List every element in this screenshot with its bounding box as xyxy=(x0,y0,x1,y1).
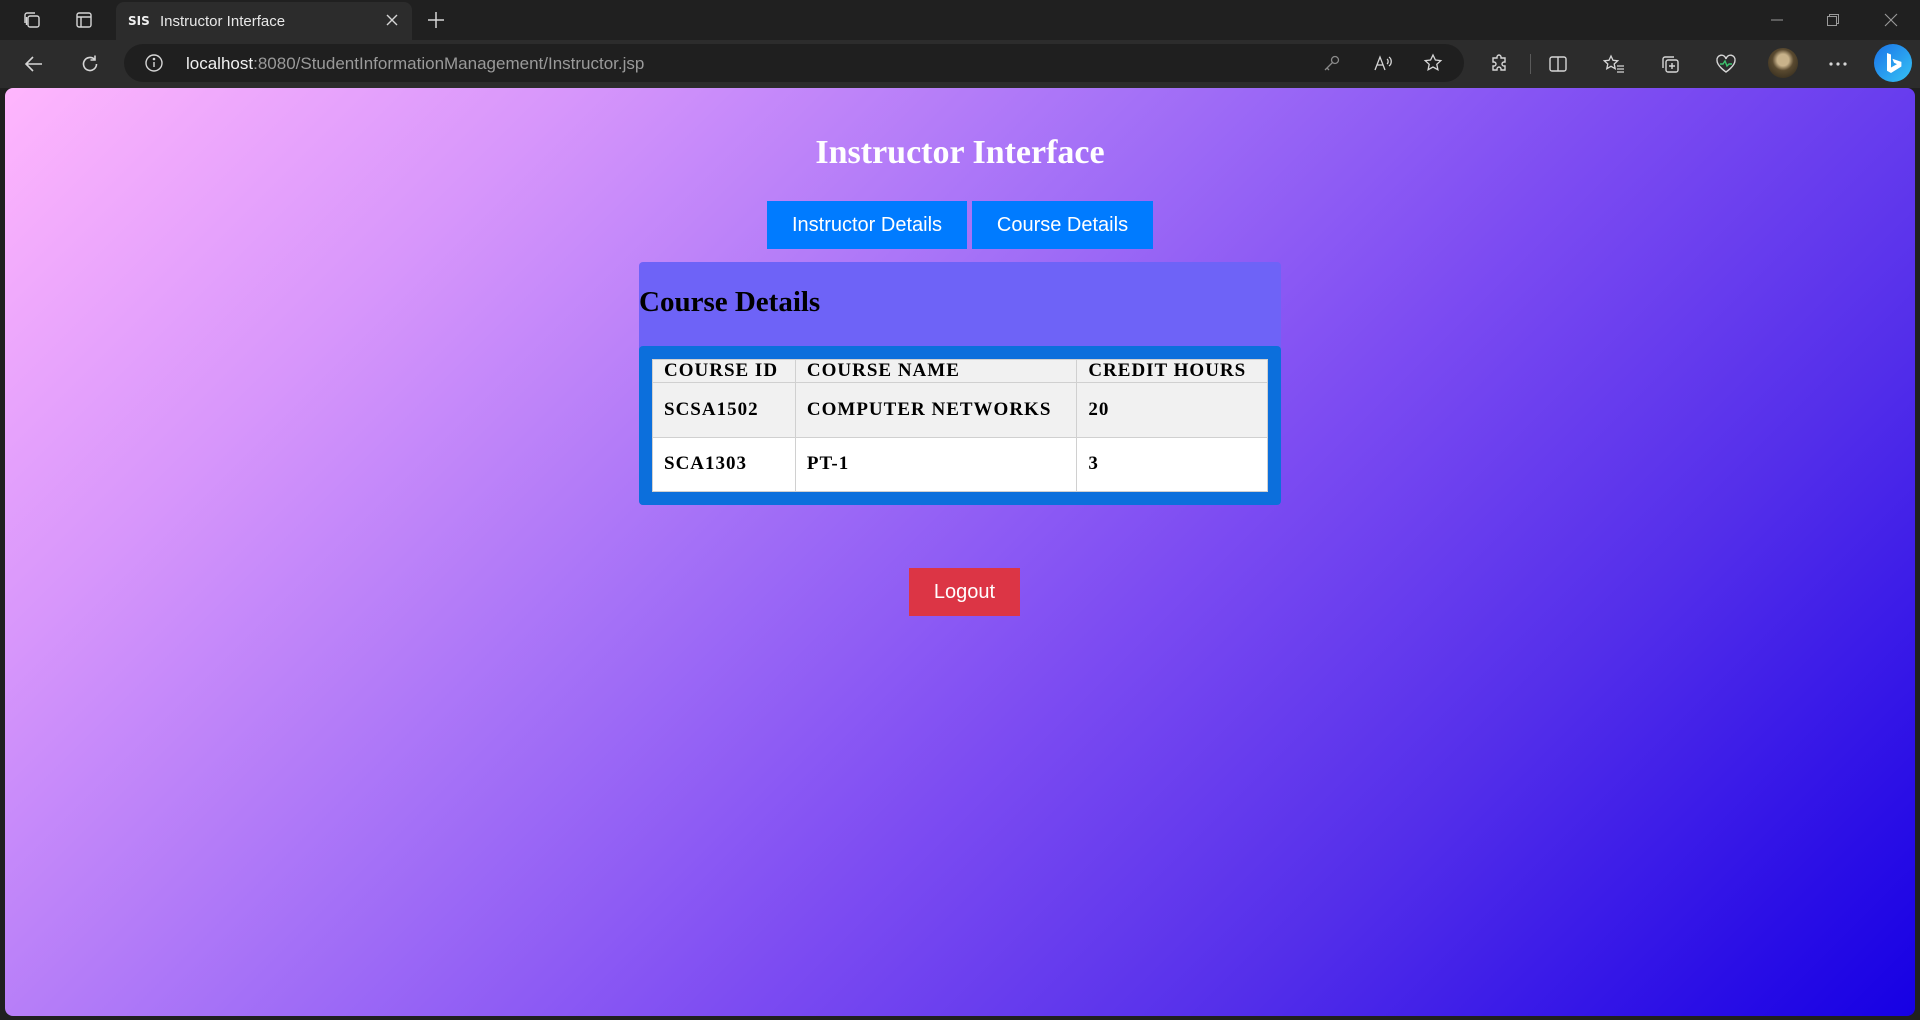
restore-icon[interactable] xyxy=(1808,0,1858,40)
tab-strip: SIS Instructor Interface xyxy=(0,0,1920,40)
instructor-details-button[interactable]: Instructor Details xyxy=(767,201,967,249)
course-table-frame: COURSE ID COURSE NAME CREDIT HOURS SCSA1… xyxy=(639,346,1281,505)
password-key-icon[interactable] xyxy=(1322,53,1342,73)
credit-hours-cell: 3 xyxy=(1076,436,1268,492)
minimize-icon[interactable] xyxy=(1752,0,1802,40)
course-name-cell: PT-1 xyxy=(794,436,1078,492)
panel-heading: Course Details xyxy=(639,286,821,318)
page-title: Instructor Interface xyxy=(815,134,1105,171)
course-name-cell: COMPUTER NETWORKS xyxy=(794,382,1078,438)
more-options-icon[interactable] xyxy=(1824,50,1852,78)
toolbar: localhost:8080/StudentInformationManagem… xyxy=(0,40,1920,88)
refresh-icon[interactable] xyxy=(76,50,104,78)
address-bar[interactable]: localhost:8080/StudentInformationManagem… xyxy=(124,44,1464,82)
page-viewport: Instructor Interface Instructor Details … xyxy=(5,88,1915,1016)
course-id-cell: SCSA1502 xyxy=(652,382,796,438)
table-row: SCSA1502 COMPUTER NETWORKS 20 xyxy=(652,382,1268,438)
split-screen-icon[interactable] xyxy=(1544,50,1572,78)
new-tab-icon[interactable] xyxy=(424,8,448,32)
workspaces-icon[interactable] xyxy=(18,8,46,32)
column-header: CREDIT HOURS xyxy=(1076,359,1268,383)
close-window-icon[interactable] xyxy=(1866,0,1916,40)
course-details-panel: Course Details COURSE ID COURSE NAME CRE… xyxy=(639,262,1281,505)
collections-icon[interactable] xyxy=(1656,50,1684,78)
course-details-button[interactable]: Course Details xyxy=(972,201,1153,249)
sis-favicon-icon: SIS xyxy=(128,14,150,28)
course-id-cell: SCA1303 xyxy=(652,436,796,492)
copilot-icon[interactable] xyxy=(1874,44,1912,82)
column-header: COURSE NAME xyxy=(794,359,1078,383)
course-table: COURSE ID COURSE NAME CREDIT HOURS SCSA1… xyxy=(652,359,1268,492)
tab-actions-icon[interactable] xyxy=(70,8,98,32)
favorite-star-icon[interactable] xyxy=(1422,52,1444,74)
logout-button[interactable]: Logout xyxy=(909,568,1020,616)
active-tab[interactable]: SIS Instructor Interface xyxy=(116,2,412,40)
tab-title: Instructor Interface xyxy=(160,13,286,30)
read-aloud-icon[interactable] xyxy=(1372,53,1394,73)
profile-avatar[interactable] xyxy=(1768,48,1798,78)
browser-essentials-icon[interactable] xyxy=(1712,50,1740,78)
table-row: SCA1303 PT-1 3 xyxy=(652,436,1268,492)
site-info-icon[interactable] xyxy=(144,53,164,73)
close-tab-icon[interactable] xyxy=(382,10,402,30)
url-text: localhost:8080/StudentInformationManagem… xyxy=(186,54,645,73)
extensions-icon[interactable] xyxy=(1486,50,1514,78)
column-header: COURSE ID xyxy=(652,359,796,383)
table-header-row: COURSE ID COURSE NAME CREDIT HOURS xyxy=(652,359,1268,383)
toolbar-divider xyxy=(1530,54,1531,74)
back-icon[interactable] xyxy=(20,50,48,78)
favorites-icon[interactable] xyxy=(1600,50,1628,78)
credit-hours-cell: 20 xyxy=(1076,382,1268,438)
